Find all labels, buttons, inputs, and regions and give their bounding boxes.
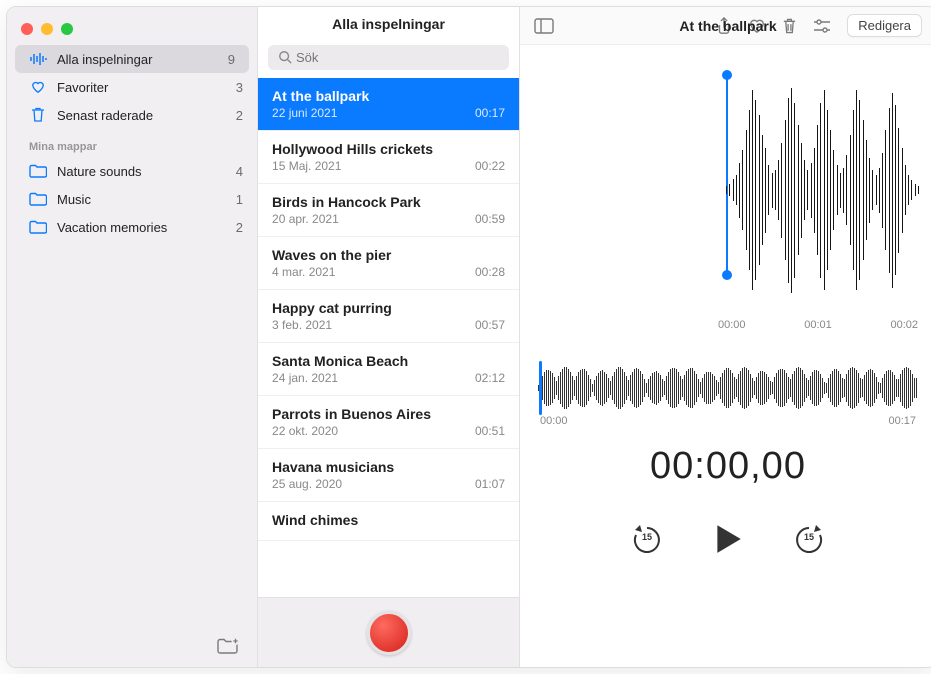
sidebar-item-count: 1 [236, 192, 243, 207]
recording-item-title: Wind chimes [272, 512, 505, 528]
recording-item-title: Parrots in Buenos Aires [272, 406, 505, 422]
play-button[interactable] [711, 522, 745, 556]
detail-toolbar: At the ballpark Redigera [520, 7, 931, 45]
recording-item-duration: 00:28 [475, 265, 505, 279]
recording-item-title: Santa Monica Beach [272, 353, 505, 369]
recording-item-duration: 00:17 [475, 106, 505, 120]
sidebar-item-count: 3 [236, 80, 243, 95]
new-folder-button[interactable] [217, 637, 239, 655]
folder-icon [29, 192, 47, 206]
recording-item-date: 22 okt. 2020 [272, 424, 338, 438]
recording-item-date: 15 Maj. 2021 [272, 159, 341, 173]
recording-item-date: 20 apr. 2021 [272, 212, 339, 226]
app-window: Alla inspelningar 9Favoriter 3 Senast rader… [6, 6, 931, 668]
sidebar-item-label: Favoriter [57, 80, 226, 95]
heart-icon [29, 80, 47, 94]
recording-item-duration: 01:07 [475, 477, 505, 491]
sidebar-item-label: Music [57, 192, 226, 207]
settings-button[interactable] [813, 19, 831, 33]
folder-icon [29, 164, 47, 178]
recording-item-date: 3 feb. 2021 [272, 318, 332, 332]
detail-pane: At the ballpark Redigera [520, 7, 931, 667]
time-display: 00:00,00 [520, 427, 931, 494]
recording-item-title: Waves on the pier [272, 247, 505, 263]
sidebar-item-count: 2 [236, 108, 243, 123]
recording-item-title: At the ballpark [272, 88, 505, 104]
recording-item-title: Birds in Hancock Park [272, 194, 505, 210]
recording-item-title: Happy cat purring [272, 300, 505, 316]
sidebar-item-alla-inspelningar[interactable]: Alla inspelningar 9 [15, 45, 249, 73]
recording-item-title: Hollywood Hills crickets [272, 141, 505, 157]
time-axis-large: 00:00 00:01 00:02 [538, 315, 918, 331]
trash-icon [29, 107, 47, 123]
record-button[interactable] [367, 611, 411, 655]
window-controls [21, 23, 73, 35]
folder-icon [29, 220, 47, 234]
edit-button[interactable]: Redigera [847, 14, 922, 37]
sidebar-folder-vacation-memories[interactable]: Vacation memories 2 [7, 213, 257, 241]
sidebar-section-folders: Mina mappar [7, 129, 257, 157]
recording-title: At the ballpark [679, 18, 776, 34]
sidebar-folder-music[interactable]: Music 1 [7, 185, 257, 213]
search-input[interactable] [268, 45, 509, 70]
recording-item-duration: 02:12 [475, 371, 505, 385]
sidebar-item-label: Senast raderade [57, 108, 226, 123]
minimize-window-button[interactable] [41, 23, 53, 35]
recordings-list-pane: Alla inspelningar At the ballpark 22 juni… [258, 7, 520, 667]
sidebar-item-label: Alla inspelningar [57, 52, 218, 67]
delete-button[interactable] [782, 17, 797, 35]
recording-item[interactable]: Birds in Hancock Park 20 apr. 2021 00:59 [258, 184, 519, 237]
recording-item[interactable]: Waves on the pier 4 mar. 2021 00:28 [258, 237, 519, 290]
recording-item[interactable]: Santa Monica Beach 24 jan. 2021 02:12 [258, 343, 519, 396]
sidebar-item-senast-raderade[interactable]: Senast raderade 2 [7, 101, 257, 129]
recording-item-duration: 00:57 [475, 318, 505, 332]
recording-item-title: Havana musicians [272, 459, 505, 475]
waveform-large[interactable]: 00:00 00:01 00:02 [520, 45, 931, 355]
close-window-button[interactable] [21, 23, 33, 35]
playback-controls: 15 15 [520, 494, 931, 572]
recording-item[interactable]: Havana musicians 25 aug. 2020 01:07 [258, 449, 519, 502]
main-body: Alla inspelningar 9Favoriter 3 Senast rader… [7, 7, 931, 667]
waveform-overview[interactable] [538, 365, 918, 411]
list-header: Alla inspelningar [258, 7, 519, 41]
recording-item[interactable]: At the ballpark 22 juni 2021 00:17 [258, 78, 519, 131]
sidebar-item-label: Vacation memories [57, 220, 226, 235]
sidebar-item-count: 9 [228, 52, 235, 67]
recordings-list[interactable]: At the ballpark 22 juni 2021 00:17 Hollywoo… [258, 78, 519, 597]
recording-item-duration: 00:22 [475, 159, 505, 173]
skip-back-button[interactable]: 15 [631, 523, 663, 555]
recording-item[interactable]: Hollywood Hills crickets 15 Maj. 2021 00:2… [258, 131, 519, 184]
recording-item-date: 22 juni 2021 [272, 106, 337, 120]
time-axis-overview: 00:00 00:17 [538, 411, 918, 427]
recording-item-duration: 00:59 [475, 212, 505, 226]
recording-item-date: 4 mar. 2021 [272, 265, 335, 279]
toggle-sidebar-button[interactable] [534, 18, 558, 34]
sidebar: Alla inspelningar 9Favoriter 3 Senast rader… [7, 7, 258, 667]
recording-item-date: 25 aug. 2020 [272, 477, 342, 491]
overview-playhead[interactable] [539, 361, 542, 415]
waveform-icon [29, 52, 47, 66]
skip-forward-button[interactable]: 15 [793, 523, 825, 555]
sidebar-item-count: 2 [236, 220, 243, 235]
sidebar-item-favoriter[interactable]: Favoriter 3 [7, 73, 257, 101]
sidebar-item-count: 4 [236, 164, 243, 179]
recording-item-duration: 00:51 [475, 424, 505, 438]
sidebar-folder-nature-sounds[interactable]: Nature sounds 4 [7, 157, 257, 185]
recording-item[interactable]: Parrots in Buenos Aires 22 okt. 2020 00:51 [258, 396, 519, 449]
recording-item[interactable]: Wind chimes [258, 502, 519, 541]
recording-item[interactable]: Happy cat purring 3 feb. 2021 00:57 [258, 290, 519, 343]
zoom-window-button[interactable] [61, 23, 73, 35]
search-icon [278, 50, 292, 67]
recording-item-date: 24 jan. 2021 [272, 371, 338, 385]
sidebar-item-label: Nature sounds [57, 164, 226, 179]
